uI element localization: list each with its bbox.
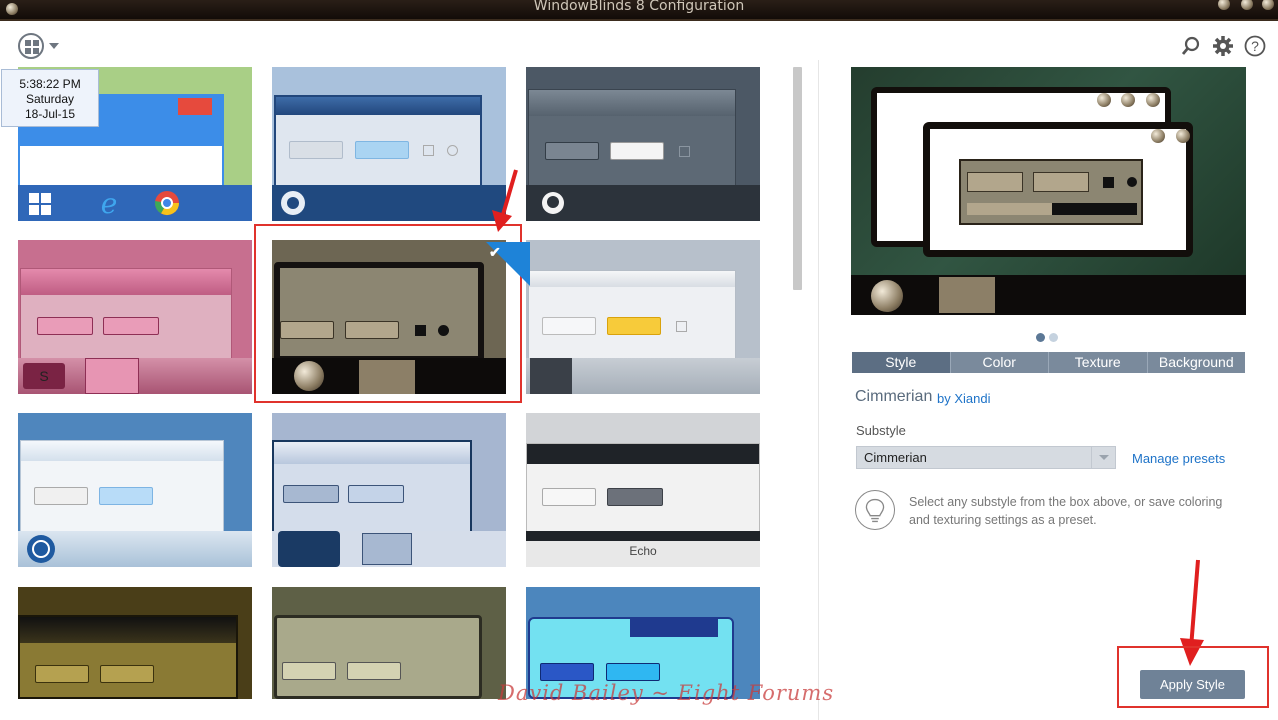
theme-thumbnail[interactable] bbox=[18, 587, 252, 699]
checkmark-icon: ✔ bbox=[489, 244, 501, 260]
theme-thumbnail[interactable] bbox=[526, 67, 760, 221]
start-orb-icon bbox=[281, 191, 305, 215]
help-icon[interactable]: ? bbox=[1244, 35, 1266, 57]
grid-menu-icon bbox=[18, 33, 44, 59]
theme-thumbnail[interactable] bbox=[272, 587, 506, 699]
tab-background[interactable]: Background bbox=[1148, 352, 1246, 373]
theme-preview bbox=[851, 67, 1246, 315]
theme-author-link[interactable]: by Xiandi bbox=[937, 391, 990, 406]
theme-thumbnail[interactable] bbox=[18, 413, 252, 567]
title-bar: WindowBlinds 8 Configuration bbox=[0, 0, 1278, 21]
clock-tooltip: 5:38:22 PM Saturday 18-Jul-15 bbox=[1, 69, 99, 127]
annotation-arrow-icon bbox=[492, 169, 518, 232]
selected-theme-highlight bbox=[254, 224, 522, 403]
internet-explorer-icon: e bbox=[101, 188, 118, 218]
theme-name-caption: Echo bbox=[629, 544, 657, 558]
search-icon[interactable] bbox=[1180, 35, 1202, 57]
substyle-hint: Select any substyle from the box above, … bbox=[909, 495, 1223, 527]
windows-logo-icon bbox=[29, 193, 51, 215]
clock-time: 5:38:22 PM bbox=[19, 77, 81, 91]
svg-text:?: ? bbox=[1251, 38, 1259, 54]
theme-thumbnail[interactable]: Echo bbox=[526, 413, 760, 567]
theme-thumbnail[interactable] bbox=[272, 413, 506, 567]
theme-name: Cimmerian bbox=[855, 388, 933, 405]
gear-icon[interactable] bbox=[1212, 35, 1234, 57]
start-orb-icon bbox=[542, 192, 564, 214]
theme-thumbnail[interactable] bbox=[526, 240, 760, 394]
apply-style-button[interactable]: Apply Style bbox=[1140, 670, 1245, 699]
lightbulb-icon bbox=[855, 490, 895, 530]
panel-divider bbox=[818, 60, 819, 720]
clock-day: Saturday bbox=[25, 92, 75, 106]
chrome-icon bbox=[155, 191, 179, 216]
substyle-dropdown[interactable]: Cimmerian bbox=[856, 446, 1116, 469]
tab-style[interactable]: Style bbox=[852, 352, 951, 373]
page-dot[interactable] bbox=[1049, 333, 1058, 342]
settings-tabs: Style Color Texture Background bbox=[852, 352, 1245, 373]
tab-texture[interactable]: Texture bbox=[1049, 352, 1148, 373]
theme-thumbnail[interactable] bbox=[272, 67, 506, 221]
chevron-down-icon bbox=[49, 43, 59, 49]
manage-presets-link[interactable]: Manage presets bbox=[1132, 451, 1225, 466]
substyle-label: Substyle bbox=[856, 423, 906, 438]
theme-menu-button[interactable] bbox=[18, 33, 60, 59]
gallery-scrollbar[interactable] bbox=[793, 67, 802, 290]
svg-text:e: e bbox=[101, 188, 118, 218]
start-orb-icon bbox=[27, 535, 55, 563]
chevron-down-icon bbox=[1091, 447, 1115, 468]
clock-date: 18-Jul-15 bbox=[24, 107, 76, 121]
page-dot-active[interactable] bbox=[1036, 333, 1045, 342]
tab-color[interactable]: Color bbox=[951, 352, 1049, 373]
window-title: WindowBlinds 8 Configuration bbox=[533, 0, 745, 14]
substyle-value: Cimmerian bbox=[864, 450, 927, 465]
theme-thumbnail[interactable]: S bbox=[18, 240, 252, 394]
watermark: David Bailey ~ Eight Forums bbox=[498, 681, 835, 705]
preview-page-dots bbox=[1036, 329, 1062, 347]
